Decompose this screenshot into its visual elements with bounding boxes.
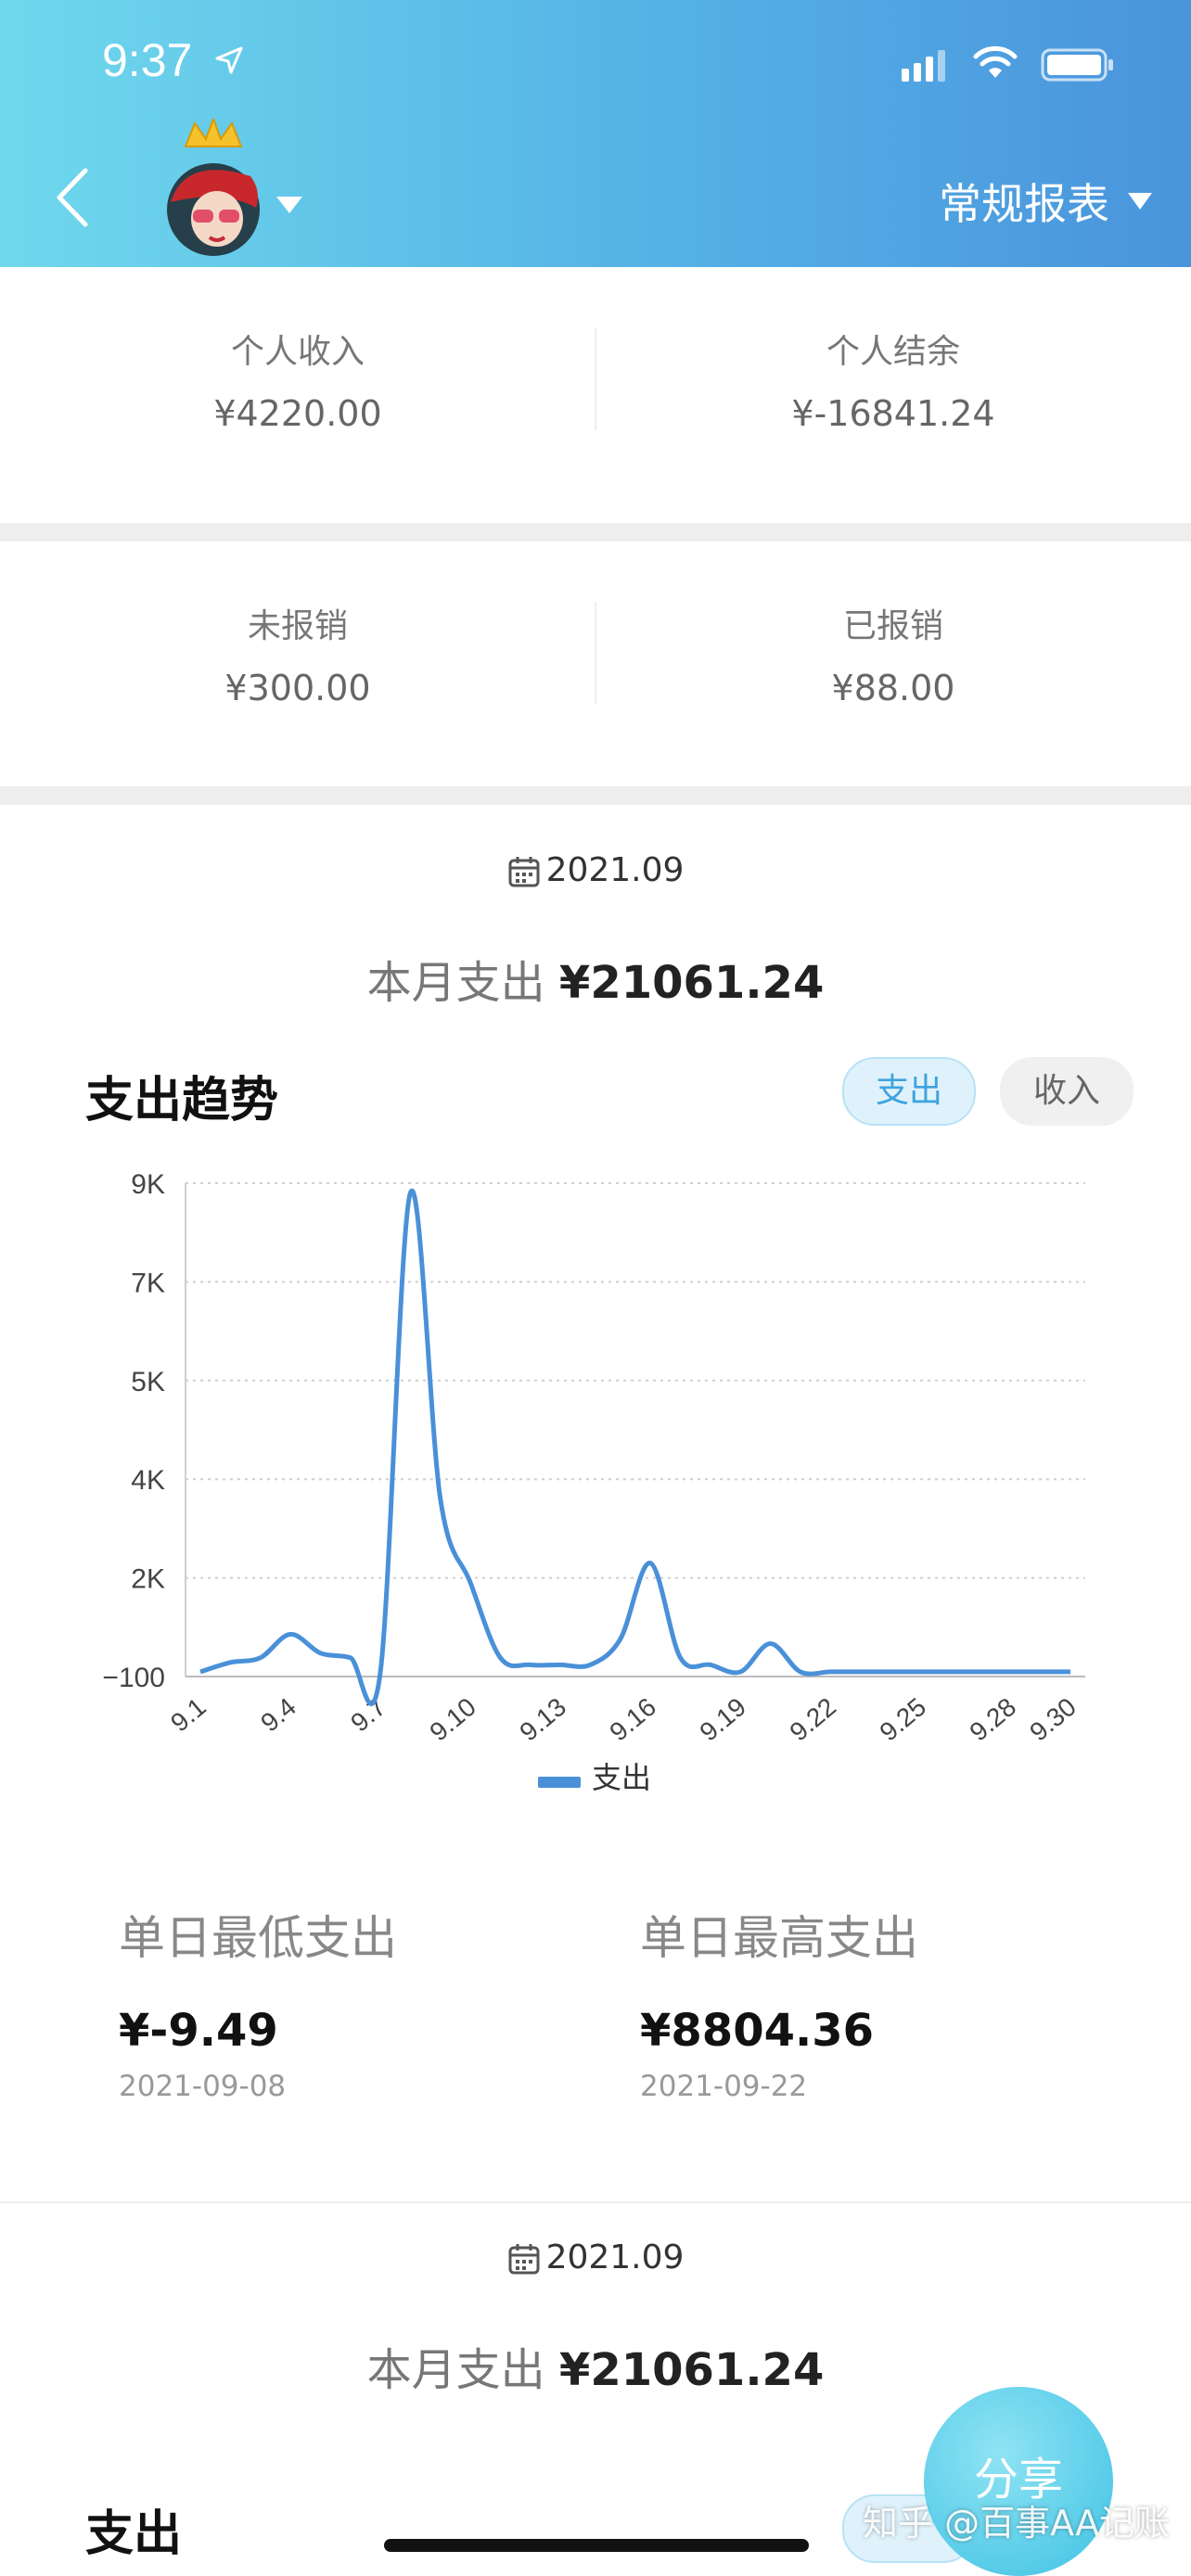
x-tick-label: 9.19 (694, 1692, 751, 1747)
share-button[interactable]: 分享 (924, 2387, 1113, 2576)
trend-title: 支出趋势 (85, 1073, 279, 1129)
x-tick-label: 9.25 (874, 1692, 931, 1747)
max-expense-label: 单日最高支出 (640, 1911, 918, 1965)
income-summary: 个人收入 ¥4220.00 个人结余 ¥-16841.24 (0, 267, 1191, 523)
app-header: 9:37 常规报表 (0, 0, 1191, 267)
min-expense-value: ¥-9.49 (119, 2005, 278, 2057)
wifi-icon (973, 45, 1018, 78)
calendar-icon (508, 2244, 540, 2275)
cellular-signal-icon (902, 50, 945, 82)
month-picker[interactable]: 2021.09 (0, 851, 1191, 889)
section-gap (0, 523, 1191, 542)
avatar-dropdown-caret-icon[interactable] (275, 195, 304, 215)
reimbursed-value: ¥88.00 (831, 668, 955, 708)
personal-income-label: 个人收入 (230, 333, 365, 371)
tab-income[interactable]: 收入 (1000, 1057, 1133, 1126)
personal-income-value: ¥4220.00 (213, 393, 382, 434)
section-divider (0, 2201, 1191, 2203)
min-expense-date: 2021-09-08 (119, 2070, 287, 2103)
report-type-label: 常规报表 (939, 179, 1109, 229)
y-tick-label: −100 (102, 1663, 165, 1693)
personal-income-card: 个人收入 ¥4220.00 (0, 267, 596, 523)
personal-balance-card: 个人结余 ¥-16841.24 (596, 267, 1191, 523)
legend-label: 支出 (592, 1760, 651, 1795)
section-gap (0, 786, 1191, 805)
user-avatar[interactable] (158, 116, 269, 258)
month-date-text: 2021.09 (545, 851, 685, 889)
max-expense-date: 2021-09-22 (640, 2070, 808, 2103)
x-tick-label: 9.28 (964, 1692, 1021, 1747)
x-tick-label: 9.16 (604, 1692, 661, 1747)
month-total: 本月支出 ¥21061.24 (0, 946, 1191, 1011)
personal-balance-label: 个人结余 (826, 333, 960, 371)
report-dropdown-caret-icon (1128, 193, 1152, 210)
expense-series-line (199, 1188, 1070, 1706)
unreimbursed-card: 未报销 ¥300.00 (0, 542, 596, 797)
tab-expense[interactable]: 支出 (842, 1057, 976, 1126)
min-expense-label: 单日最低支出 (119, 1911, 397, 1965)
x-tick-label: 9.13 (514, 1692, 571, 1747)
battery-icon (1041, 48, 1113, 82)
status-time: 9:37 (102, 34, 193, 86)
y-tick-label: 4K (131, 1465, 165, 1496)
unreimbursed-value: ¥300.00 (224, 668, 371, 708)
month-total-label-2: 本月支出 (366, 2344, 545, 2396)
x-tick-label: 9.4 (255, 1692, 301, 1738)
month-date-text-2: 2021.09 (545, 2238, 685, 2276)
home-indicator[interactable] (384, 2539, 809, 2552)
location-arrow-icon (215, 46, 243, 74)
max-expense-value: ¥8804.36 (640, 2005, 875, 2057)
x-tick-label: 9.22 (784, 1692, 841, 1747)
reimbursed-card: 已报销 ¥88.00 (596, 542, 1191, 797)
max-daily-expense: 单日最高支出 ¥8804.36 2021-09-22 (640, 1901, 918, 2103)
reimbursed-label: 已报销 (842, 607, 943, 645)
legend-swatch (538, 1777, 581, 1788)
reimbursement-summary: 未报销 ¥300.00 已报销 ¥88.00 (0, 542, 1191, 797)
y-tick-label: 9K (131, 1169, 165, 1200)
calendar-icon (508, 857, 540, 887)
personal-balance-value: ¥-16841.24 (791, 393, 995, 434)
month-picker-2[interactable]: 2021.09 (0, 2238, 1191, 2276)
min-daily-expense: 单日最低支出 ¥-9.49 2021-09-08 (119, 1901, 397, 2103)
watermark-text: 知乎 @百事AA记账 (863, 2503, 1171, 2544)
report-type-selector[interactable]: 常规报表 (939, 171, 1154, 232)
x-tick-label: 9.30 (1024, 1692, 1082, 1747)
month-total-value-2: ¥21061.24 (558, 2344, 825, 2396)
y-tick-label: 5K (131, 1367, 165, 1397)
x-tick-label: 9.1 (165, 1692, 211, 1738)
y-tick-label: 2K (131, 1564, 165, 1595)
expense-section-title: 支出 (85, 2506, 183, 2562)
month-total-value: ¥21061.24 (558, 957, 825, 1009)
month-total-label: 本月支出 (366, 957, 545, 1009)
unreimbursed-label: 未报销 (247, 607, 348, 645)
expense-trend-chart: 9K7K5K4K2K−1009.1 9.4 9.7 9.10 9.13 9.16 9.19 9… (102, 1169, 1085, 1795)
x-tick-label: 9.10 (424, 1692, 481, 1747)
y-tick-label: 7K (131, 1268, 165, 1298)
back-chevron-icon[interactable] (54, 167, 91, 228)
